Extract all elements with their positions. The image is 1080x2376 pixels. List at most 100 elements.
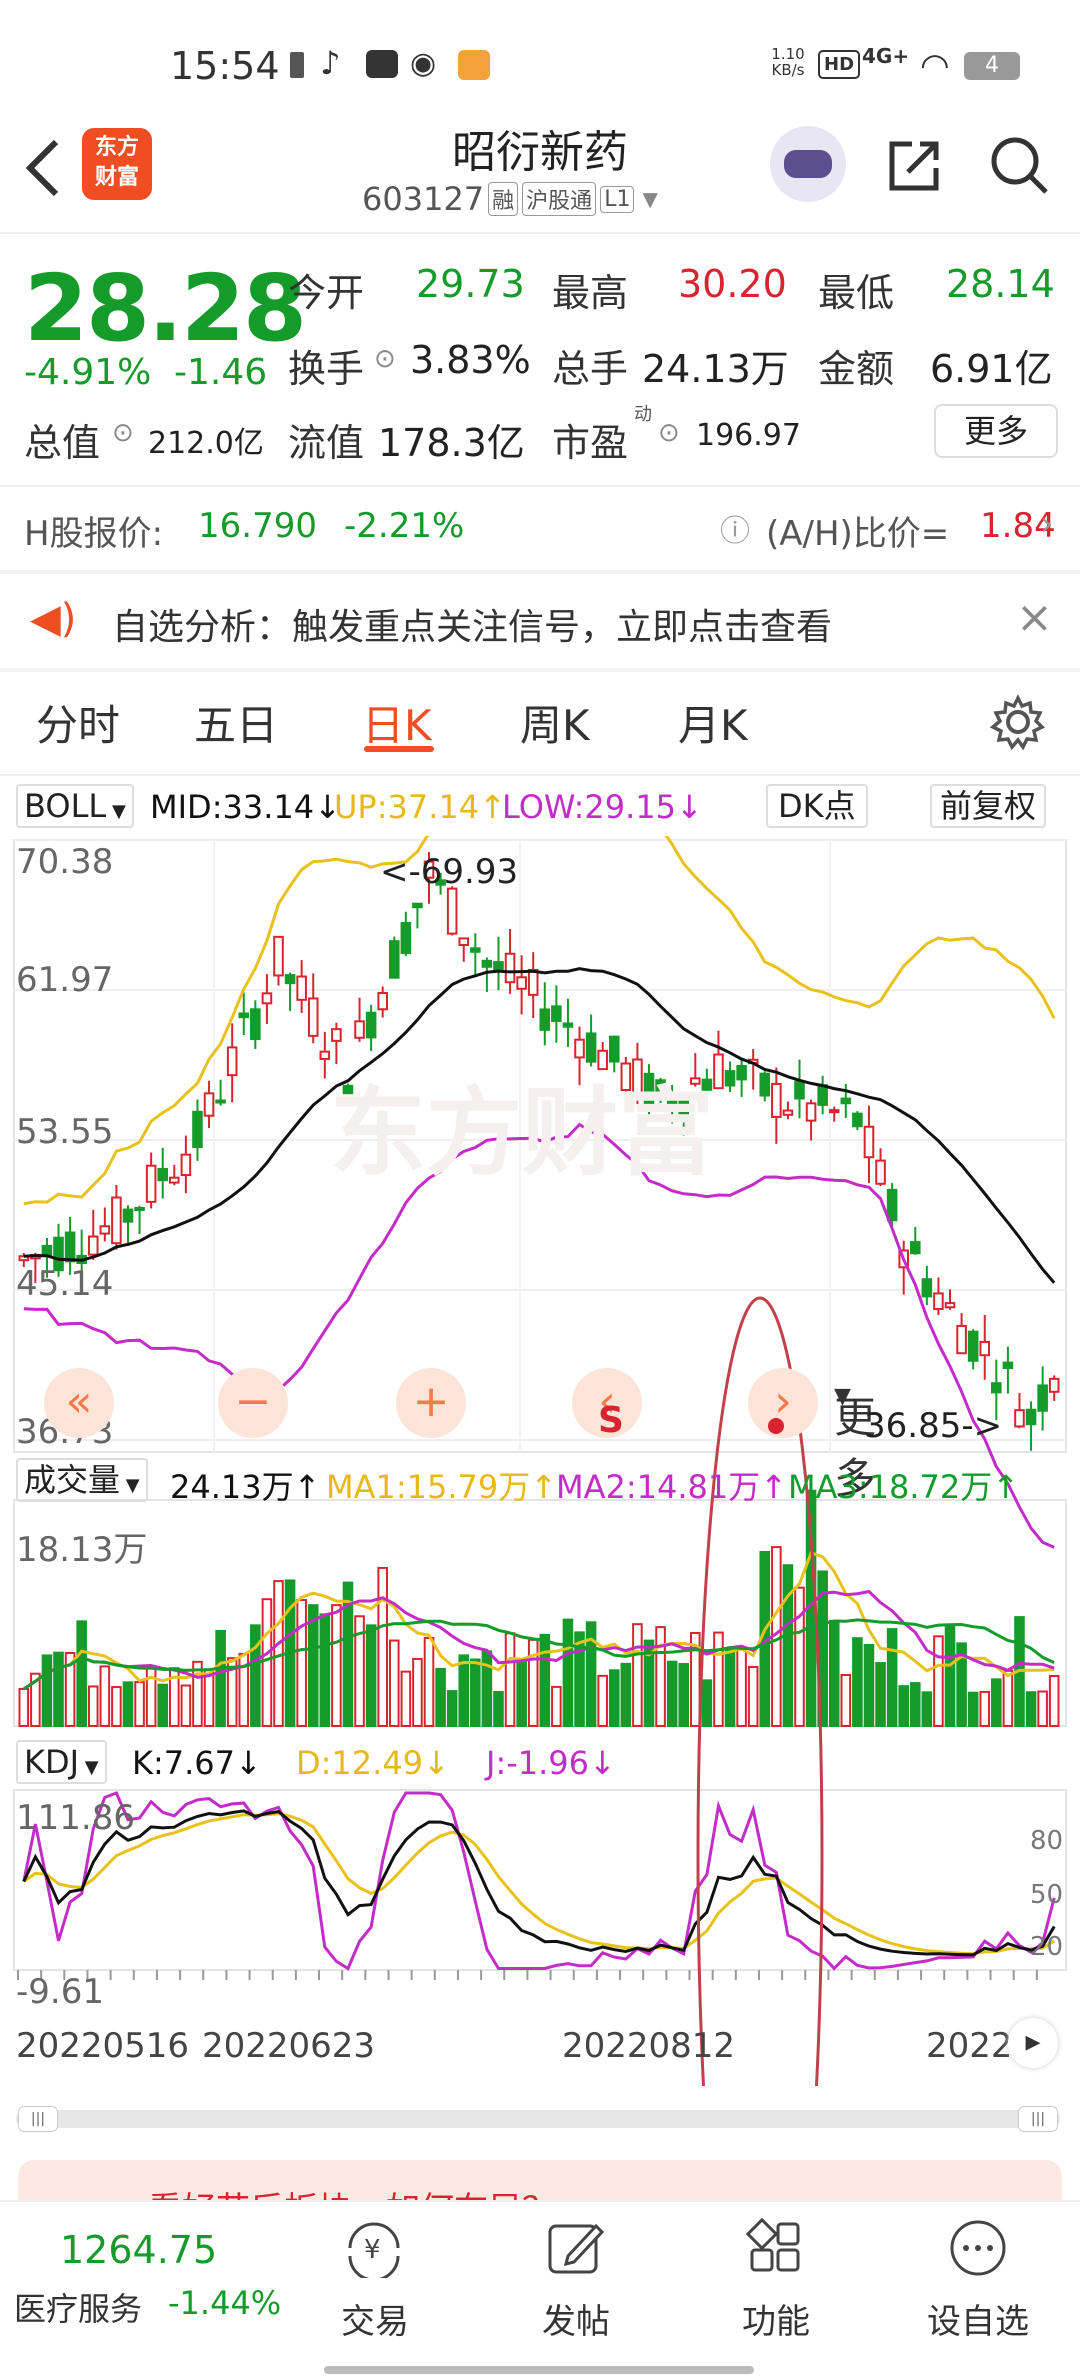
adjust-button[interactable]: 前复权 [930, 784, 1047, 828]
close-icon[interactable]: × [1016, 592, 1053, 643]
volume-bar [134, 1681, 145, 1728]
low-label: 最低 [818, 271, 895, 315]
volume-bar [41, 1654, 53, 1727]
index-name[interactable]: 医疗服务 [14, 2284, 142, 2330]
candle-body [539, 1008, 551, 1031]
volume-selector[interactable]: 成交量 ▼ [16, 1458, 148, 1502]
candle-body [238, 1012, 250, 1019]
max-price-label: <-69.93 [380, 852, 519, 892]
function-label[interactable]: 功能 [716, 2294, 836, 2343]
volume-bar [250, 1624, 261, 1728]
volume-bar [446, 1690, 458, 1728]
candle-body [296, 975, 307, 1001]
candle-body [99, 1225, 111, 1235]
date-label-3: 20220812 [562, 2026, 736, 2066]
settings-gear-icon[interactable] [990, 694, 1046, 750]
boll-up: UP:37.14↑ [334, 788, 506, 826]
volume-value: 24.13万↑ [170, 1468, 321, 1506]
candle-body [921, 1278, 933, 1298]
volume-bar [828, 1619, 840, 1727]
tab-fenshi[interactable]: 分时 [36, 692, 120, 753]
min-price-label: 36.85-> [864, 1406, 1003, 1446]
candle-body [273, 935, 284, 977]
candle-body [203, 1092, 215, 1117]
kdj-selector[interactable]: KDJ ▼ [16, 1740, 107, 1784]
candle-body [562, 1022, 574, 1028]
info-icon[interactable]: ⊙ [658, 418, 680, 448]
chevron-down-icon[interactable]: ▼ [642, 187, 657, 211]
zoom-in-icon[interactable]: + [396, 1368, 466, 1438]
search-icon[interactable] [988, 134, 1052, 198]
kdj-j-line [22, 1791, 1056, 1971]
post-label[interactable]: 发帖 [516, 2294, 636, 2343]
function-icon[interactable] [744, 2216, 808, 2280]
volume-bar [678, 1663, 690, 1728]
volume-bar [180, 1684, 192, 1727]
notice-text[interactable]: 自选分析：触发重点关注信号，立即点击查看 [112, 598, 832, 650]
candle-body [909, 1241, 921, 1255]
dk-point-button[interactable]: DK点 [766, 784, 868, 828]
candle-body [470, 947, 481, 953]
candle-body [446, 887, 458, 935]
kline-chart-area[interactable]: 东方财富 [0, 836, 1080, 2086]
volume-bar [76, 1620, 87, 1728]
zoom-out-icon[interactable]: − [218, 1368, 288, 1438]
volume-bar [504, 1632, 516, 1727]
share-icon[interactable] [884, 136, 944, 196]
trade-icon[interactable]: ¥ [340, 2218, 410, 2278]
tab-wuri[interactable]: 五日 [194, 692, 278, 753]
candle-body [169, 1176, 180, 1184]
volume-bar [852, 1637, 863, 1727]
volume-bar [527, 1638, 539, 1727]
index-value[interactable]: 1264.75 [60, 2228, 217, 2272]
volume-bar [724, 1648, 736, 1727]
y-tick-3: 53.55 [16, 1112, 114, 1152]
volume-bar [365, 1624, 377, 1728]
info-icon[interactable]: ⊙ [112, 418, 134, 448]
boll-selector[interactable]: BOLL ▼ [16, 784, 134, 828]
high-label: 最高 [552, 271, 629, 315]
favorite-label[interactable]: 设自选 [918, 2294, 1038, 2343]
info-icon[interactable]: ⊙ [374, 344, 396, 374]
kdj-k: K:7.67↓ [132, 1744, 262, 1782]
trade-label[interactable]: 交易 [315, 2294, 435, 2343]
amount-value: 6.91亿 [930, 347, 1053, 391]
tab-monthly-k[interactable]: 月K [678, 692, 748, 753]
volume-bar [470, 1658, 481, 1727]
play-icon[interactable]: ▸ [1008, 2018, 1058, 2068]
scroll-handle-left[interactable]: ||| [18, 2106, 58, 2132]
home-indicator [324, 2366, 754, 2374]
date-label-1: 20220516 [16, 2026, 190, 2066]
change-amount: -1.46 [174, 352, 268, 393]
volume-bar [782, 1564, 794, 1728]
margin-tag: 融 [488, 182, 519, 216]
volume-bar [875, 1662, 886, 1727]
candle-body [886, 1188, 898, 1222]
kdj-d: D:12.49↓ [296, 1744, 450, 1782]
volume-bar [979, 1690, 991, 1728]
amount-label: 金额 [818, 347, 895, 391]
chevron-right-icon[interactable]: › [1040, 504, 1054, 544]
tab-weekly-k[interactable]: 周K [520, 692, 590, 753]
more-button[interactable]: 更多 [934, 404, 1058, 458]
rewind-icon[interactable]: « [44, 1368, 114, 1438]
change-pct: -4.91% [24, 352, 152, 393]
add-favorite-icon[interactable] [946, 2216, 1010, 2280]
speaker-icon: ◀) [30, 596, 77, 642]
help-icon[interactable]: ⓘ [720, 506, 750, 550]
volume-bar [203, 1668, 215, 1728]
status-bar: 15:54 ♪ ◉ 1.10 KB/s HD 4G+ ◠ 4 [0, 0, 1080, 110]
candle-body [979, 1340, 991, 1357]
candle-body [261, 992, 273, 1005]
volume-bar [296, 1599, 307, 1728]
candle-body [551, 1005, 562, 1022]
volume-bar [53, 1651, 64, 1728]
volume-bar [840, 1673, 852, 1728]
scroll-handle-right[interactable]: ||| [1018, 2106, 1058, 2132]
tab-daily-k[interactable]: 日K [362, 692, 432, 753]
robot-avatar-icon[interactable] [770, 126, 846, 202]
hshare-price: 16.790 [198, 506, 317, 546]
post-icon[interactable] [544, 2216, 608, 2280]
turnover-value: 3.83% [410, 338, 531, 382]
time-scrollbar[interactable] [16, 2110, 1060, 2128]
